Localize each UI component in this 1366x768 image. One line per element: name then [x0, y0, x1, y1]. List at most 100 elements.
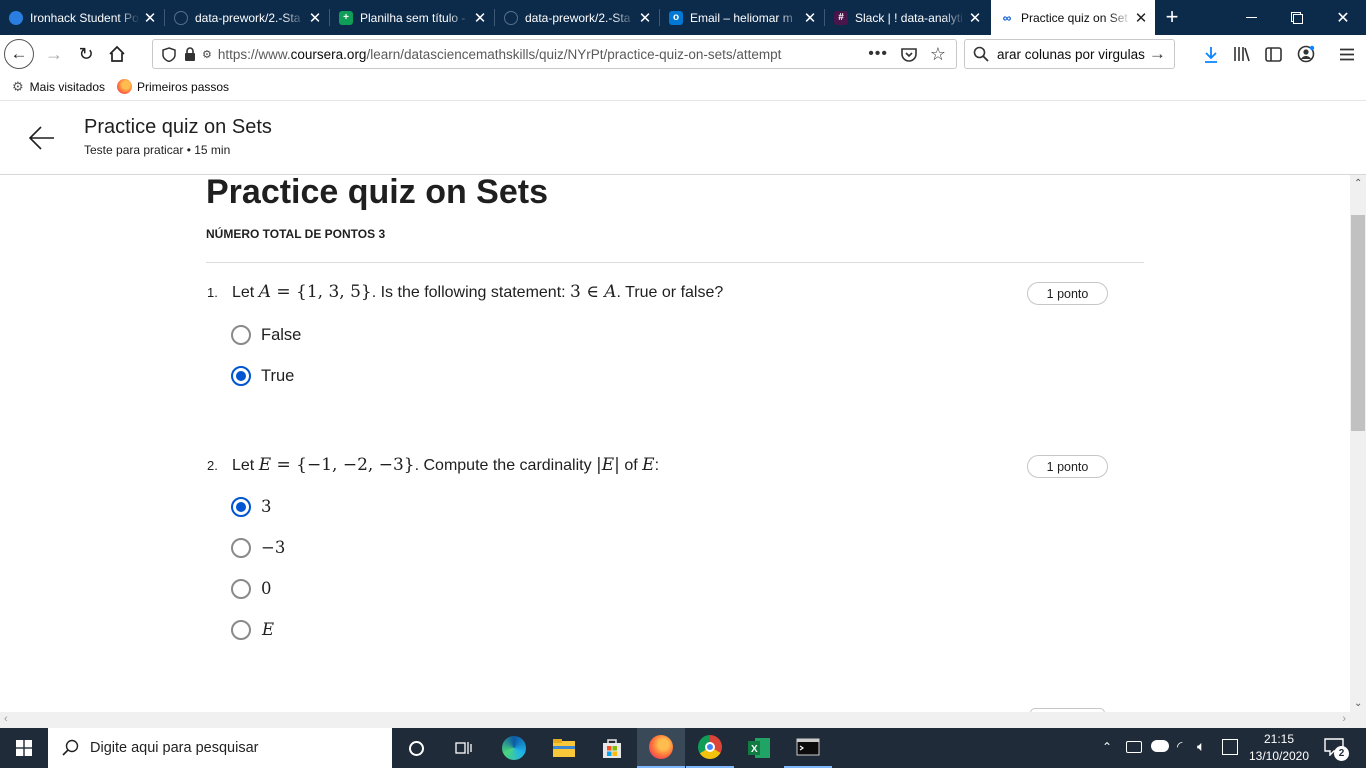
question-number: 2.	[207, 458, 218, 473]
question-number: 1.	[207, 285, 218, 300]
page-title: Practice quiz on Sets	[84, 116, 272, 138]
clock-time[interactable]: 21:15	[1244, 732, 1314, 746]
windows-start-icon[interactable]	[0, 728, 48, 768]
tab-title: Ironhack Student Po	[30, 10, 139, 25]
url-bar[interactable]: ⚙ https://www.coursera.org/learn/datasci…	[152, 39, 957, 69]
search-go-icon[interactable]: →	[1149, 44, 1166, 64]
page-subtitle: Teste para praticar • 15 min	[84, 143, 231, 157]
new-tab-icon[interactable]: +	[1158, 3, 1186, 31]
sidebar-icon[interactable]	[1257, 38, 1289, 70]
tab-outlook[interactable]: o Email – heliomar m ✕	[660, 0, 824, 35]
horizontal-scrollbar[interactable]: ‹ ›	[0, 712, 1350, 728]
scroll-left-icon[interactable]: ‹	[4, 713, 8, 725]
page-actions-icon[interactable]: •••	[868, 45, 888, 63]
search-bar[interactable]: arar colunas por virgulas →	[964, 39, 1175, 69]
minimize-icon[interactable]	[1228, 0, 1274, 35]
bookmark-mais-visitados[interactable]: Mais visitados	[30, 80, 105, 94]
quiz-heading: Practice quiz on Sets	[206, 175, 548, 211]
github-icon	[504, 10, 518, 25]
store-icon[interactable]	[588, 728, 636, 768]
close-tab-icon[interactable]: ✕	[800, 9, 820, 27]
onedrive-icon[interactable]	[1151, 740, 1169, 752]
option-label[interactable]: 0	[261, 579, 272, 598]
back-arrow-icon[interactable]	[28, 123, 56, 153]
chrome-icon[interactable]	[686, 728, 734, 768]
url-path: /learn/datasciencemathskills/quiz/NYrPt/…	[366, 46, 782, 62]
restore-icon[interactable]	[1274, 0, 1320, 35]
wifi-icon[interactable]: ◜	[1177, 738, 1182, 755]
volume-icon[interactable]: 🔈︎	[1197, 738, 1205, 755]
home-icon[interactable]	[101, 38, 133, 70]
tab-title: Email – heliomar m	[690, 10, 793, 25]
lock-icon[interactable]	[183, 47, 197, 61]
firefox-icon	[117, 79, 133, 94]
task-view-icon[interactable]	[440, 728, 488, 768]
option-label[interactable]: −3	[261, 538, 285, 557]
tab-title: data-prework/2.-Sta	[525, 10, 631, 25]
show-hidden-icons[interactable]: ⌃	[1102, 740, 1112, 754]
close-tab-icon[interactable]: ✕	[965, 9, 985, 27]
close-tab-icon[interactable]: ✕	[140, 9, 160, 27]
scroll-down-icon[interactable]: ⌄	[1354, 698, 1362, 709]
firefox-taskbar-icon[interactable]	[637, 728, 685, 768]
close-window-icon[interactable]: ✕	[1320, 0, 1366, 35]
option-label[interactable]: True	[261, 367, 294, 386]
bookmark-star-icon[interactable]: ☆	[930, 44, 946, 65]
scrollbar-thumb[interactable]	[1351, 215, 1365, 431]
radio-true[interactable]	[231, 366, 251, 386]
close-tab-icon[interactable]: ✕	[470, 9, 490, 27]
close-tab-icon[interactable]: ✕	[305, 9, 325, 27]
tab-github-1[interactable]: data-prework/2.-Sta ✕	[165, 0, 329, 35]
question-2-text: Let E = {−1, −2, −3}. Compute the cardin…	[232, 455, 660, 475]
back-icon[interactable]: ←	[4, 39, 34, 69]
tab-github-2[interactable]: data-prework/2.-Sta ✕	[495, 0, 659, 35]
url-domain: coursera.org	[290, 46, 367, 62]
vertical-scrollbar[interactable]: ⌃ ⌄	[1350, 175, 1366, 712]
radio-option-0[interactable]	[231, 579, 251, 599]
radio-option-e[interactable]	[231, 620, 251, 640]
downloads-icon[interactable]	[1195, 38, 1227, 70]
input-indicator-icon[interactable]	[1222, 739, 1238, 755]
search-icon	[62, 739, 80, 757]
forward-icon[interactable]: →	[38, 38, 70, 70]
tab-sheets[interactable]: + Planilha sem título - ✕	[330, 0, 494, 35]
permissions-icon[interactable]: ⚙	[202, 48, 212, 61]
tab-ironhack[interactable]: Ironhack Student Po ✕	[0, 0, 164, 35]
outlook-icon: o	[669, 10, 683, 25]
reload-icon[interactable]: ↻	[70, 38, 102, 70]
option-label[interactable]: False	[261, 326, 301, 345]
account-icon[interactable]	[1290, 38, 1322, 70]
radio-option-3[interactable]	[231, 497, 251, 517]
option-label[interactable]: E	[262, 620, 274, 639]
taskbar-search-box[interactable]: Digite aqui para pesquisar	[48, 728, 392, 768]
clock-date[interactable]: 13/10/2020	[1244, 749, 1314, 763]
question-1-text: Let A = {1, 3, 5}. Is the following stat…	[232, 282, 724, 302]
scroll-right-icon[interactable]: ›	[1342, 713, 1346, 725]
tab-title: Planilha sem título -	[360, 10, 466, 25]
search-input[interactable]: arar colunas por virgulas	[997, 47, 1145, 62]
excel-icon[interactable]: X	[735, 728, 783, 768]
ironhack-favicon-icon	[9, 10, 23, 25]
tab-title: Practice quiz on Set	[1021, 10, 1128, 25]
scroll-up-icon[interactable]: ⌃	[1354, 178, 1362, 189]
edge-icon[interactable]	[490, 728, 538, 768]
library-icon[interactable]	[1226, 38, 1258, 70]
tab-slack[interactable]: # Slack | ! data-analyti ✕	[825, 0, 989, 35]
close-tab-icon[interactable]: ✕	[1131, 9, 1151, 27]
battery-icon[interactable]	[1126, 741, 1142, 753]
close-tab-icon[interactable]: ✕	[635, 9, 655, 27]
file-explorer-icon[interactable]	[540, 728, 588, 768]
shield-icon[interactable]	[161, 46, 177, 62]
bookmark-primeiros-passos[interactable]: Primeiros passos	[137, 80, 229, 94]
option-label[interactable]: 3	[261, 497, 272, 516]
tab-title: data-prework/2.-Sta	[195, 10, 301, 25]
terminal-icon[interactable]	[784, 728, 832, 768]
radio-false[interactable]	[231, 325, 251, 345]
menu-icon[interactable]	[1331, 38, 1363, 70]
tab-coursera-active[interactable]: ∞ Practice quiz on Set ✕	[991, 0, 1155, 35]
taskbar: Digite aqui para pesquisar X ⌃ ◜ 🔈︎ 21:1…	[0, 728, 1366, 768]
cortana-icon[interactable]	[392, 728, 440, 768]
radio-option-minus-3[interactable]	[231, 538, 251, 558]
tab-strip: Ironhack Student Po ✕ data-prework/2.-St…	[0, 0, 1366, 35]
pocket-icon[interactable]	[900, 45, 918, 63]
